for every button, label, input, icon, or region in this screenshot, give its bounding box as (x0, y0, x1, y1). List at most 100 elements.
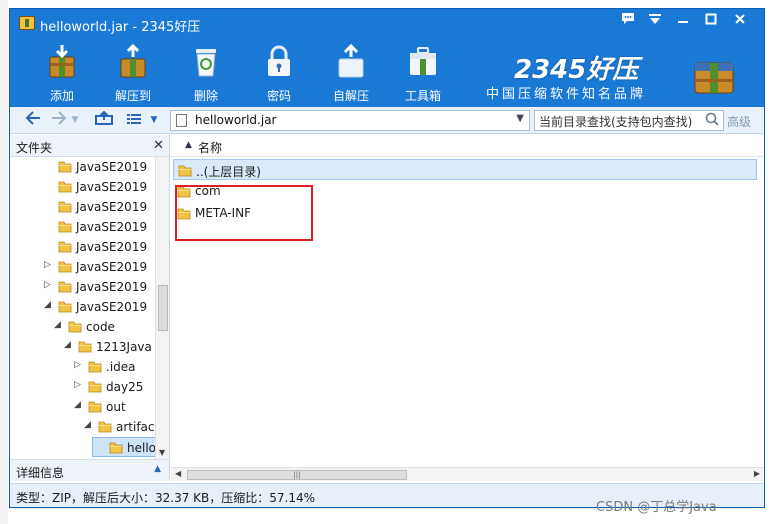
close-icon[interactable] (729, 12, 751, 32)
tree-item[interactable]: JavaSE2019 (10, 237, 155, 257)
tree-item-label: JavaSE2019 (76, 240, 148, 254)
close-icon[interactable]: ✕ (153, 138, 164, 153)
toolbox-icon (410, 47, 436, 75)
feedback-icon[interactable] (617, 12, 639, 32)
self-extract-button[interactable]: 自解压 (320, 41, 382, 103)
expand-arrow-icon[interactable]: ▷ (44, 260, 52, 270)
collapse-arrow-icon[interactable]: ◢ (54, 320, 62, 330)
search-placeholder: 当前目录查找(支持包内查找) (539, 115, 693, 129)
navigation-bar: ▼ ▼ helloworld.jar ▼ 当前目录查找(支持包内查找) 高级 (10, 107, 764, 134)
expand-arrow-icon[interactable]: ▷ (74, 360, 82, 370)
brand-area: 2345好压 中国压缩软件知名品牌 (486, 49, 736, 102)
title-bar: helloworld.jar - 2345好压 (10, 9, 764, 37)
password-icon (268, 45, 290, 76)
tree-item[interactable]: ◢ artifacts (10, 417, 155, 437)
delete-button[interactable]: 删除 (175, 41, 237, 103)
tree-item[interactable]: ▷ day25 (10, 377, 155, 397)
maximize-icon[interactable] (700, 12, 722, 32)
brand-box-icon (694, 62, 734, 94)
main-toolbar: 添加 解压到 删除 密码 自解压 工具箱 2345好压 中国压缩软件知名品牌 (10, 37, 764, 107)
tree-item[interactable]: ◢ out (10, 397, 155, 417)
tree-item[interactable]: helloworld (92, 437, 155, 457)
details-title: 详细信息 (16, 466, 65, 480)
tree-item-label: JavaSE2019 (76, 160, 148, 174)
app-window: helloworld.jar - 2345好压 添加 解压到 删除 密码 自解压… (9, 8, 765, 508)
tree-item[interactable]: ▷ .idea (10, 357, 155, 377)
scroll-down-icon[interactable]: ▼ (159, 448, 165, 457)
tree-item-label: JavaSE2019 (76, 260, 148, 274)
path-combobox[interactable]: helloworld.jar ▼ (170, 110, 530, 131)
tree-item[interactable]: JavaSE2019 (10, 217, 155, 237)
folder-tree-header: 文件夹 ✕ (10, 135, 169, 157)
back-arrow-icon[interactable] (24, 111, 42, 129)
folder-icon (88, 360, 102, 373)
tree-item[interactable]: ◢ JavaSE2019 (10, 297, 155, 317)
forward-dropdown-icon[interactable]: ▼ (70, 111, 80, 129)
minimize-icon[interactable] (672, 12, 694, 32)
add-label: 添加 (49, 89, 74, 103)
folder-tree-title: 文件夹 (16, 141, 53, 155)
content-area: ▼ ▼ helloworld.jar ▼ 当前目录查找(支持包内查找) 高级 文… (10, 107, 764, 507)
tree-item[interactable]: ◢ code (10, 317, 155, 337)
folder-icon (68, 320, 82, 333)
watermark: CSDN @丁总学Java (596, 500, 717, 515)
scrollbar-thumb[interactable]: ||| (187, 470, 407, 480)
tree-item[interactable]: JavaSE2019 (10, 197, 155, 217)
tree-item[interactable]: JavaSE2019 (10, 157, 155, 177)
tree-item-label: JavaSE2019 (76, 220, 148, 234)
brand-slogan: 中国压缩软件知名品牌 (486, 87, 647, 102)
tree-item-label: code (86, 320, 115, 334)
password-button[interactable]: 密码 (248, 41, 310, 103)
collapse-arrow-icon[interactable]: ◢ (84, 420, 92, 430)
chevron-up-icon[interactable]: ▲ (154, 464, 161, 474)
expand-arrow-icon[interactable]: ▷ (44, 280, 52, 290)
scrollbar-thumb[interactable] (158, 285, 168, 331)
window-title: helloworld.jar - 2345好压 (40, 20, 201, 35)
file-list-header: ▲ 名称 (171, 135, 764, 157)
tree-item-label: JavaSE2019 (76, 280, 148, 294)
expand-arrow-icon[interactable]: ▷ (74, 380, 82, 390)
details-panel-header[interactable]: 详细信息 ▲ (10, 459, 170, 481)
tree-item[interactable]: ◢ 1213Java (10, 337, 155, 357)
tree-item[interactable]: ▷ JavaSE2019 (10, 277, 155, 297)
scroll-left-icon[interactable]: ◀ (175, 469, 181, 478)
tree-item[interactable]: ▷ JavaSE2019 (10, 257, 155, 277)
status-text: 类型：ZIP，解压后大小：32.37 KB，压缩比：57.14% (16, 491, 316, 505)
add-button[interactable]: 添加 (31, 41, 93, 103)
collapse-arrow-icon[interactable]: ◢ (74, 400, 82, 410)
file-list-hscrollbar[interactable]: ◀ ||| ▶ (171, 467, 764, 481)
app-root: helloworld.jar - 2345好压 添加 解压到 删除 密码 自解压… (0, 0, 774, 524)
view-dropdown-icon[interactable]: ▼ (149, 111, 159, 129)
up-folder-icon[interactable] (94, 110, 114, 129)
tree-item[interactable]: JavaSE2019 (10, 177, 155, 197)
tree-item-label: helloworld (127, 441, 155, 455)
extract-to-button[interactable]: 解压到 (102, 41, 164, 103)
view-list-icon[interactable] (125, 111, 143, 129)
forward-arrow-icon[interactable] (50, 111, 68, 129)
search-input[interactable]: 当前目录查找(支持包内查找) (534, 110, 724, 131)
sort-ascending-icon[interactable]: ▲ (185, 140, 192, 150)
toolbox-button[interactable]: 工具箱 (392, 41, 454, 103)
extract-to-icon (120, 43, 146, 78)
folder-icon (58, 240, 72, 253)
file-list: ▲ 名称 ..(上层目录) com META-INF ◀ ||| ▶ (171, 135, 764, 481)
collapse-arrow-icon[interactable]: ◢ (44, 300, 52, 310)
chevron-down-icon[interactable]: ▼ (516, 113, 524, 124)
folder-tree: JavaSE2019 JavaSE2019 JavaSE2019 JavaSE2019… (10, 157, 155, 459)
delete-label: 删除 (193, 89, 218, 103)
scroll-right-icon[interactable]: ▶ (754, 469, 760, 478)
advanced-search-link[interactable]: 高级 (727, 113, 751, 130)
delete-icon (196, 49, 216, 77)
column-header-name[interactable]: 名称 (198, 139, 222, 156)
tree-item-label: out (106, 400, 126, 414)
folder-icon (98, 420, 112, 433)
tree-scrollbar[interactable]: ▼ (155, 157, 169, 459)
menu-icon[interactable] (644, 12, 666, 32)
folder-icon (58, 180, 72, 193)
parent-directory-row[interactable]: ..(上层目录) (173, 159, 757, 180)
self-extract-icon (338, 43, 364, 78)
collapse-arrow-icon[interactable]: ◢ (64, 340, 72, 350)
search-icon[interactable] (705, 112, 719, 130)
tree-item-label: .idea (106, 360, 136, 374)
folder-icon (88, 400, 102, 413)
